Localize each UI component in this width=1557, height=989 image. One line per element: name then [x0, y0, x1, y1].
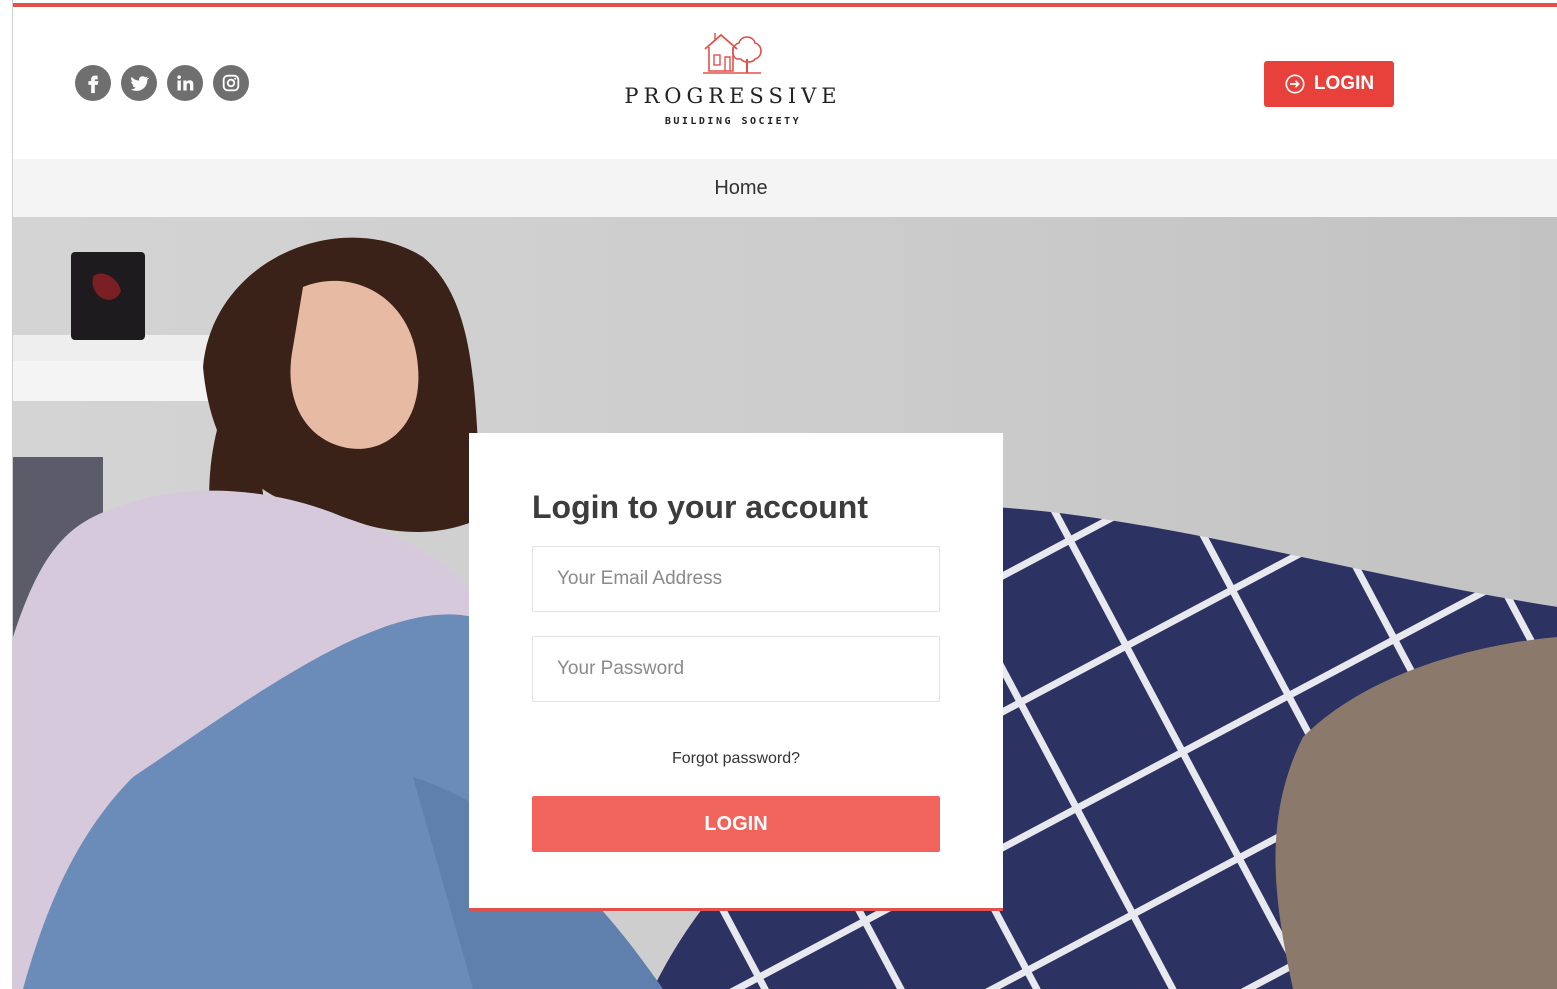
password-field[interactable] — [532, 636, 940, 702]
house-tree-logo-icon — [703, 33, 762, 74]
login-title: Login to your account — [532, 489, 868, 525]
login-arrow-icon — [1285, 74, 1305, 94]
forgot-password-link[interactable]: Forgot password? — [532, 750, 940, 768]
page: PROGRESSIVE BUILDING SOCIETY LOGIN Home — [12, 0, 1557, 989]
logo-name: PROGRESSIVE — [624, 84, 842, 108]
nav-item-home[interactable]: Home — [714, 177, 767, 200]
header-login-label: LOGIN — [1313, 73, 1375, 94]
login-card: Login to your account Forgot password? L… — [469, 433, 1003, 911]
instagram-icon[interactable] — [213, 65, 249, 101]
social-links — [75, 65, 249, 101]
site-header: PROGRESSIVE BUILDING SOCIETY LOGIN — [13, 7, 1557, 159]
logo-subtitle: BUILDING SOCIETY — [664, 116, 802, 127]
linkedin-icon[interactable] — [167, 65, 203, 101]
facebook-icon[interactable] — [75, 65, 111, 101]
header-login-button[interactable]: LOGIN — [1264, 61, 1394, 107]
twitter-icon[interactable] — [121, 65, 157, 101]
email-field[interactable] — [532, 546, 940, 612]
login-button[interactable]: LOGIN — [532, 796, 940, 852]
main-nav: Home — [13, 159, 1557, 217]
site-logo[interactable]: PROGRESSIVE BUILDING SOCIETY — [583, 29, 883, 127]
